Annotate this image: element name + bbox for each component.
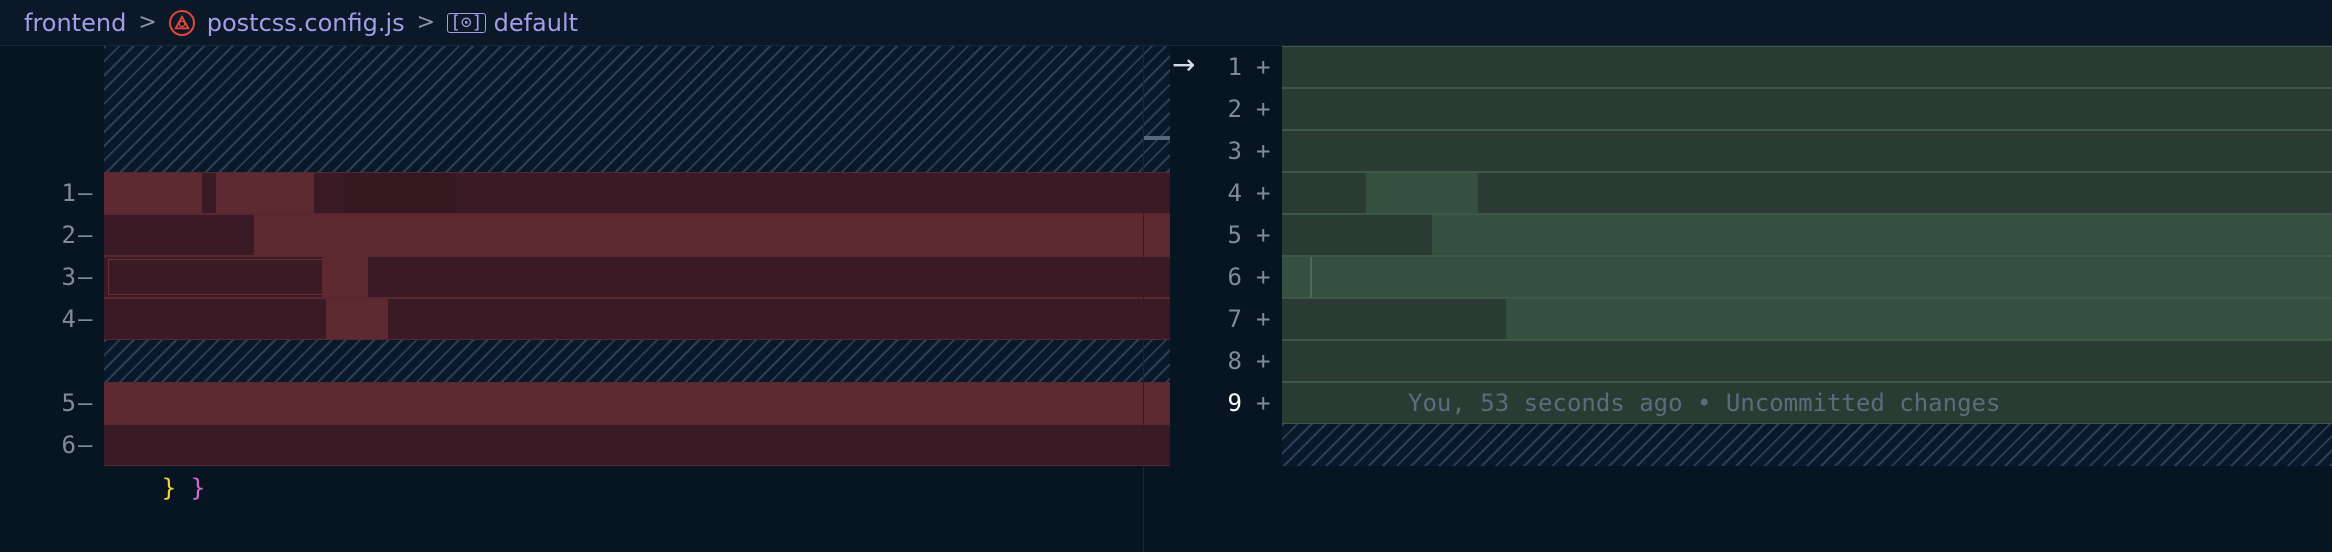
deleted-line[interactable]: autoprefixer: {},	[104, 298, 1170, 418]
deleted-marker: —	[78, 263, 93, 291]
added-line[interactable]: export default {	[1282, 172, 2332, 292]
line-number: 8	[1227, 347, 1242, 375]
deleted-marker: —	[78, 305, 93, 333]
breadcrumb-separator: >	[138, 10, 157, 35]
diff-original-pane[interactable]: module.exports = { 1 — plugins: { 2 — ta…	[0, 46, 1170, 552]
added-line[interactable]: import tailwindcss from 'tailwindcss';	[1282, 46, 2332, 124]
line-number: 1	[1227, 53, 1242, 81]
diff-gap-filler	[104, 46, 1170, 172]
deleted-marker: —	[78, 431, 93, 459]
added-marker: +	[1256, 347, 1271, 375]
breadcrumb-symbol[interactable]: default	[494, 9, 578, 37]
deleted-marker: —	[78, 179, 93, 207]
diff-modified-pane[interactable]: import tailwindcss from 'tailwindcss'; 1…	[1170, 46, 2332, 552]
breadcrumb-separator: >	[416, 10, 436, 35]
line-number: 6	[1227, 263, 1242, 291]
line-number: 5	[1227, 221, 1242, 249]
deleted-line[interactable]: }	[104, 424, 1170, 502]
line-number: 9	[1227, 389, 1242, 417]
added-line[interactable]: tailwindcss,	[1282, 256, 2332, 418]
deleted-line[interactable]: plugins: {	[104, 214, 1170, 334]
added-marker: +	[1256, 53, 1271, 81]
line-number: 4	[1227, 179, 1242, 207]
added-marker: +	[1256, 179, 1271, 207]
diff-gap-filler	[104, 340, 1170, 382]
deleted-marker: —	[78, 389, 93, 417]
diff-gap-filler	[1282, 424, 2332, 466]
breadcrumb-file[interactable]: postcss.config.js	[207, 9, 405, 37]
git-blame-annotation: You, 53 seconds ago • Uncommitted change…	[1408, 389, 2001, 417]
postcss-icon	[168, 9, 195, 36]
line-number: 7	[1227, 305, 1242, 333]
added-marker: +	[1256, 95, 1271, 123]
line-number: 3	[61, 263, 76, 291]
deleted-line[interactable]: }	[104, 382, 1170, 502]
added-marker: +	[1256, 389, 1271, 417]
line-number: 2	[1227, 95, 1242, 123]
deleted-line[interactable]: module.exports = {	[104, 172, 1170, 418]
added-line[interactable]: import autoprefixer from 'autoprefixer';	[1282, 88, 2332, 166]
line-number: 5	[61, 389, 76, 417]
added-line[interactable]: ],	[1282, 340, 2332, 418]
line-number: 1	[61, 179, 76, 207]
pane-divider	[1143, 46, 1144, 552]
added-marker: +	[1256, 263, 1271, 291]
deleted-marker: —	[78, 221, 93, 249]
overview-ruler-mark	[1144, 136, 1170, 140]
added-line[interactable]	[1282, 130, 2332, 172]
added-marker: +	[1256, 137, 1271, 165]
line-number: 4	[61, 305, 76, 333]
line-number: 2	[61, 221, 76, 249]
breadcrumb: frontend > postcss.config.js > [⊙] defau…	[0, 0, 2332, 46]
added-line[interactable]: autoprefixer,	[1282, 298, 2332, 418]
added-line[interactable]: plugins: [	[1282, 214, 2332, 334]
added-marker: +	[1256, 221, 1271, 249]
line-number: 3	[1227, 137, 1242, 165]
added-marker: +	[1256, 305, 1271, 333]
deleted-line[interactable]: tailwindcss: {},	[104, 256, 1170, 418]
breadcrumb-folder[interactable]: frontend	[24, 9, 126, 37]
line-number: 6	[61, 431, 76, 459]
symbol-variable-icon: [⊙]	[447, 12, 486, 33]
